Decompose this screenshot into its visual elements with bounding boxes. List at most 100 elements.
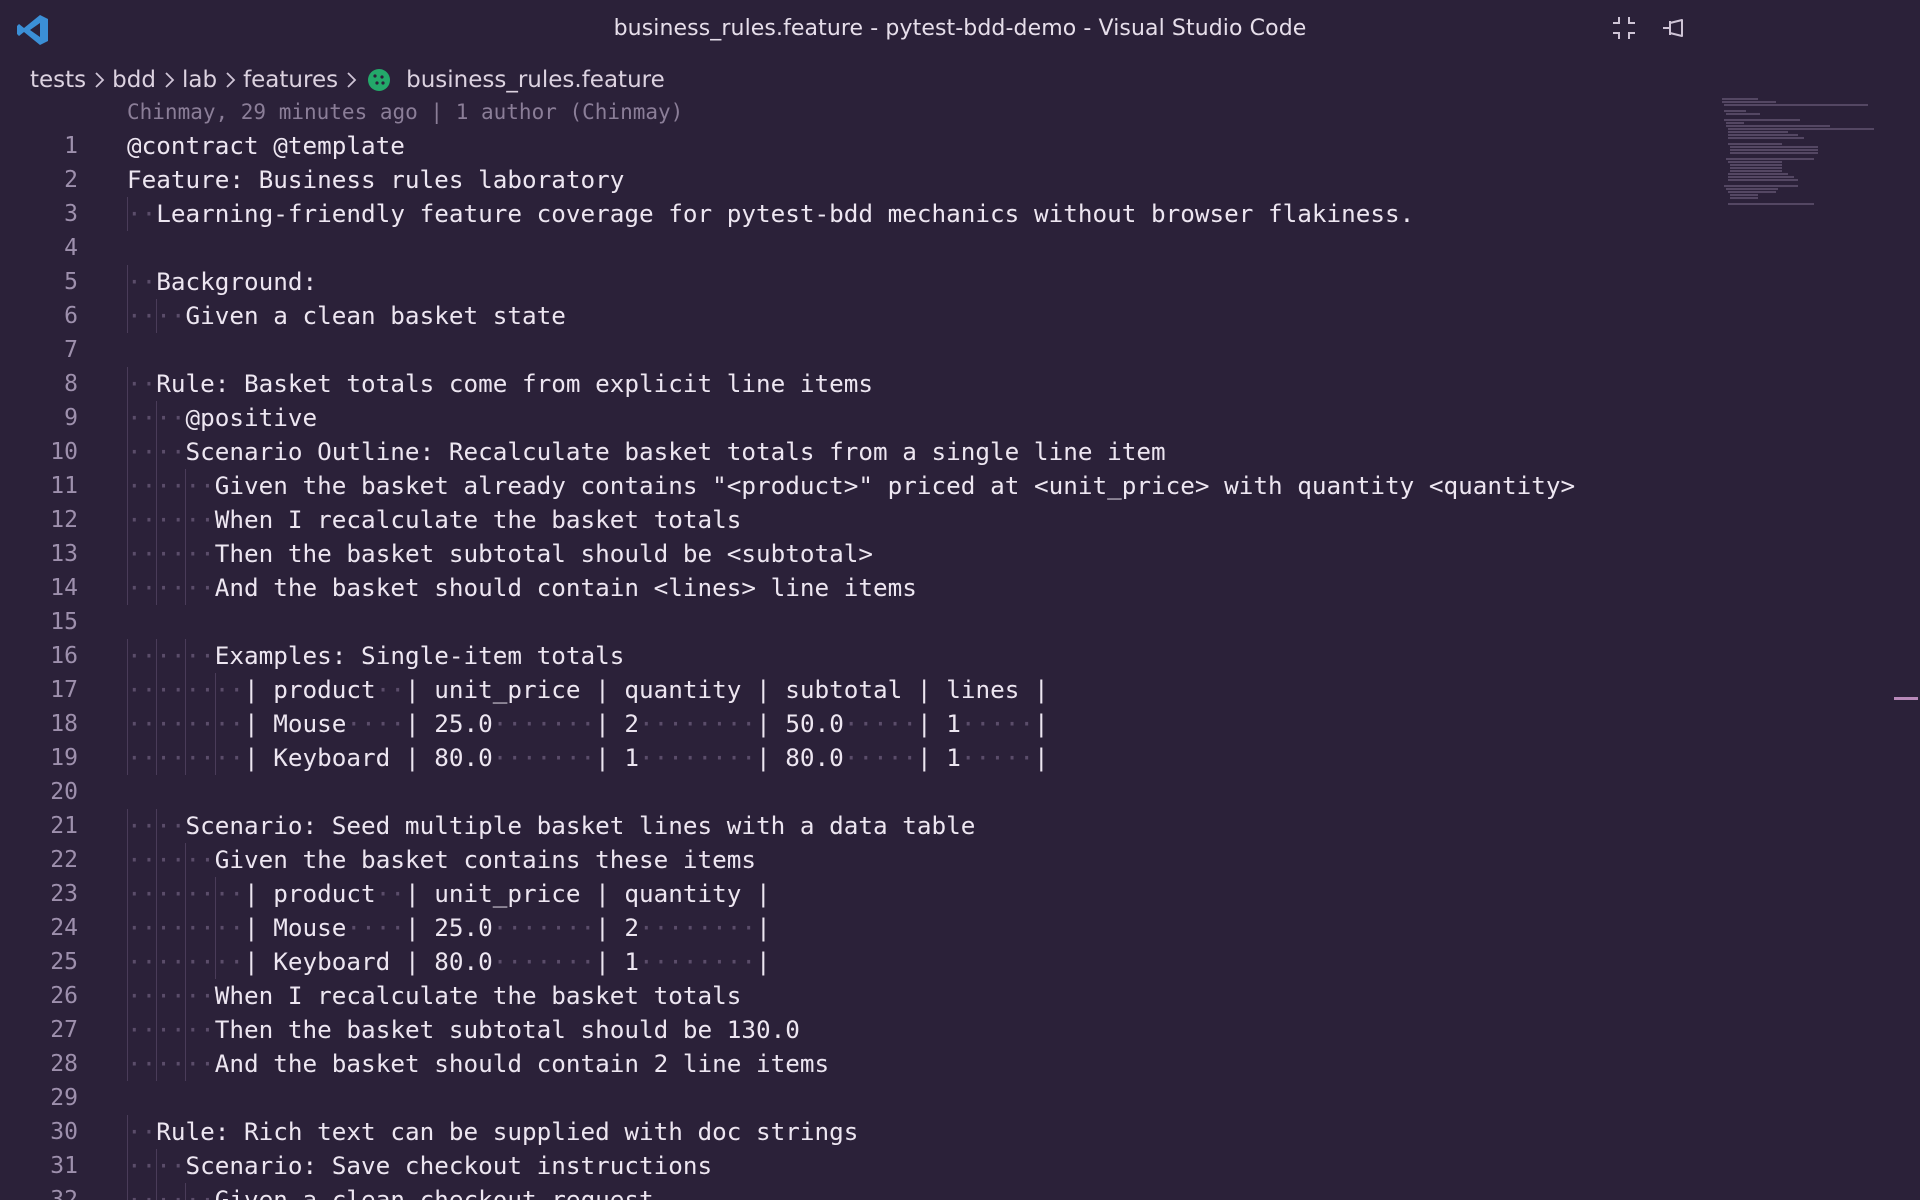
- whitespace-marker: ·····: [843, 743, 917, 772]
- line-number: 28: [50, 1051, 78, 1077]
- whitespace-marker: ······: [127, 641, 215, 670]
- breadcrumb: tests bdd lab features business_rules.fe…: [30, 63, 665, 97]
- whitespace-marker: ··: [127, 369, 157, 398]
- code-token: | unit_price | quantity | subtotal | lin…: [404, 675, 1049, 704]
- code-token: Rule: Basket totals come from explicit l…: [156, 369, 874, 398]
- line-number: 12: [50, 507, 78, 533]
- whitespace-marker: ········: [639, 913, 757, 942]
- code-token: @contract @template: [127, 131, 405, 160]
- code-token: | unit_price | quantity |: [404, 879, 771, 908]
- whitespace-marker: ··: [127, 267, 157, 296]
- code-token: Then the basket subtotal should be <subt…: [214, 539, 874, 568]
- code-editor[interactable]: Chinmay, 29 minutes ago | 1 author (Chin…: [0, 95, 1700, 1200]
- chevron-right-icon: [221, 70, 239, 90]
- code-text: ········| product··| unit_price | quanti…: [127, 877, 771, 911]
- line-number: 5: [64, 269, 78, 295]
- code-text: ······When I recalculate the basket tota…: [127, 979, 741, 1013]
- breadcrumb-tests[interactable]: tests: [30, 67, 86, 93]
- title-bar: business_rules.feature - pytest-bdd-demo…: [0, 0, 1920, 60]
- whitespace-marker: ····: [127, 1151, 186, 1180]
- breadcrumb-features[interactable]: features: [243, 67, 338, 93]
- line-number: 20: [50, 779, 78, 805]
- whitespace-marker: ········: [127, 675, 245, 704]
- line-number: 32: [50, 1187, 78, 1200]
- whitespace-marker: ··: [127, 1117, 157, 1146]
- code-token: Feature: Business rules laboratory: [127, 165, 625, 194]
- code-token: | Mouse: [244, 913, 347, 942]
- code-token: And the basket should contain <lines> li…: [214, 573, 917, 602]
- code-text: ······And the basket should contain 2 li…: [127, 1047, 829, 1081]
- code-token: Given the basket already contains "<prod…: [214, 471, 1576, 500]
- whitespace-marker: ·······: [492, 743, 596, 772]
- whitespace-marker: ····: [346, 709, 405, 738]
- whitespace-marker: ······: [127, 539, 215, 568]
- code-token: | 80.0: [756, 743, 844, 772]
- code-text: ······Given the basket already contains …: [127, 469, 1575, 503]
- line-number: 10: [50, 439, 78, 465]
- code-token: | 25.0: [404, 913, 493, 942]
- code-token: When I recalculate the basket totals: [214, 981, 742, 1010]
- line-number: 31: [50, 1153, 78, 1179]
- line-number: 19: [50, 745, 78, 771]
- line-number: 29: [50, 1085, 78, 1111]
- code-token: |: [756, 913, 771, 942]
- code-token: Given a clean checkout request: [214, 1185, 654, 1200]
- code-token: And the basket should contain 2 line ite…: [214, 1049, 830, 1078]
- whitespace-marker: ········: [127, 743, 245, 772]
- whitespace-marker: ········: [127, 947, 245, 976]
- code-token: | Keyboard | 80.0: [244, 743, 493, 772]
- code-token: | 1: [595, 947, 640, 976]
- code-token: | 50.0: [756, 709, 844, 738]
- line-number: 23: [50, 881, 78, 907]
- code-text: ····Scenario Outline: Recalculate basket…: [127, 435, 1166, 469]
- whitespace-marker: ······: [127, 505, 215, 534]
- code-text: ······And the basket should contain <lin…: [127, 571, 917, 605]
- code-token: | 1: [916, 743, 961, 772]
- breadcrumb-bdd[interactable]: bdd: [112, 67, 156, 93]
- code-text: ··Rule: Rich text can be supplied with d…: [127, 1115, 858, 1149]
- code-text: ······Given a clean checkout request: [127, 1183, 654, 1200]
- code-text: Feature: Business rules laboratory: [127, 163, 624, 197]
- whitespace-marker: ·····: [843, 709, 917, 738]
- code-text: ······Given the basket contains these it…: [127, 843, 756, 877]
- breadcrumb-lab[interactable]: lab: [182, 67, 217, 93]
- line-number: 11: [50, 473, 78, 499]
- whitespace-marker: ··: [375, 879, 405, 908]
- code-token: Given the basket contains these items: [214, 845, 757, 874]
- pin-icon[interactable]: [1660, 14, 1688, 42]
- whitespace-marker: ········: [639, 743, 757, 772]
- scrollbar-position-marker[interactable]: [1894, 697, 1918, 700]
- chevron-right-icon: [342, 70, 360, 90]
- breadcrumb-file[interactable]: business_rules.feature: [406, 67, 665, 93]
- code-text: ····Scenario: Save checkout instructions: [127, 1149, 712, 1183]
- code-text: ······Then the basket subtotal should be…: [127, 537, 873, 571]
- line-number: 4: [64, 235, 78, 261]
- whitespace-marker: ········: [127, 879, 245, 908]
- code-token: | 1: [595, 743, 640, 772]
- whitespace-marker: ····: [127, 437, 186, 466]
- git-blame-codelens[interactable]: Chinmay, 29 minutes ago | 1 author (Chin…: [127, 95, 683, 129]
- code-token: Given a clean basket state: [185, 301, 566, 330]
- line-number: 16: [50, 643, 78, 669]
- whitespace-marker: ····: [346, 913, 405, 942]
- code-token: | Keyboard | 80.0: [244, 947, 493, 976]
- whitespace-marker: ·····: [960, 743, 1034, 772]
- whitespace-marker: ····: [127, 301, 186, 330]
- code-token: Then the basket subtotal should be 130.0: [214, 1015, 800, 1044]
- whitespace-marker: ········: [639, 947, 757, 976]
- code-text: ········| Keyboard | 80.0·······| 1·····…: [127, 741, 1049, 775]
- whitespace-marker: ····: [127, 403, 186, 432]
- code-text: ··Background:: [127, 265, 317, 299]
- code-token: Examples: Single-item totals: [214, 641, 625, 670]
- line-number: 15: [50, 609, 78, 635]
- line-number: 6: [64, 303, 78, 329]
- code-token: | 2: [595, 709, 640, 738]
- exit-fullscreen-icon[interactable]: [1610, 14, 1638, 42]
- whitespace-marker: ······: [127, 1185, 215, 1200]
- code-text: ····Given a clean basket state: [127, 299, 566, 333]
- code-token: |: [1034, 709, 1049, 738]
- minimap[interactable]: [1718, 95, 1878, 225]
- cucumber-icon: [368, 69, 391, 91]
- code-token: Scenario Outline: Recalculate basket tot…: [185, 437, 1166, 466]
- code-token: When I recalculate the basket totals: [214, 505, 742, 534]
